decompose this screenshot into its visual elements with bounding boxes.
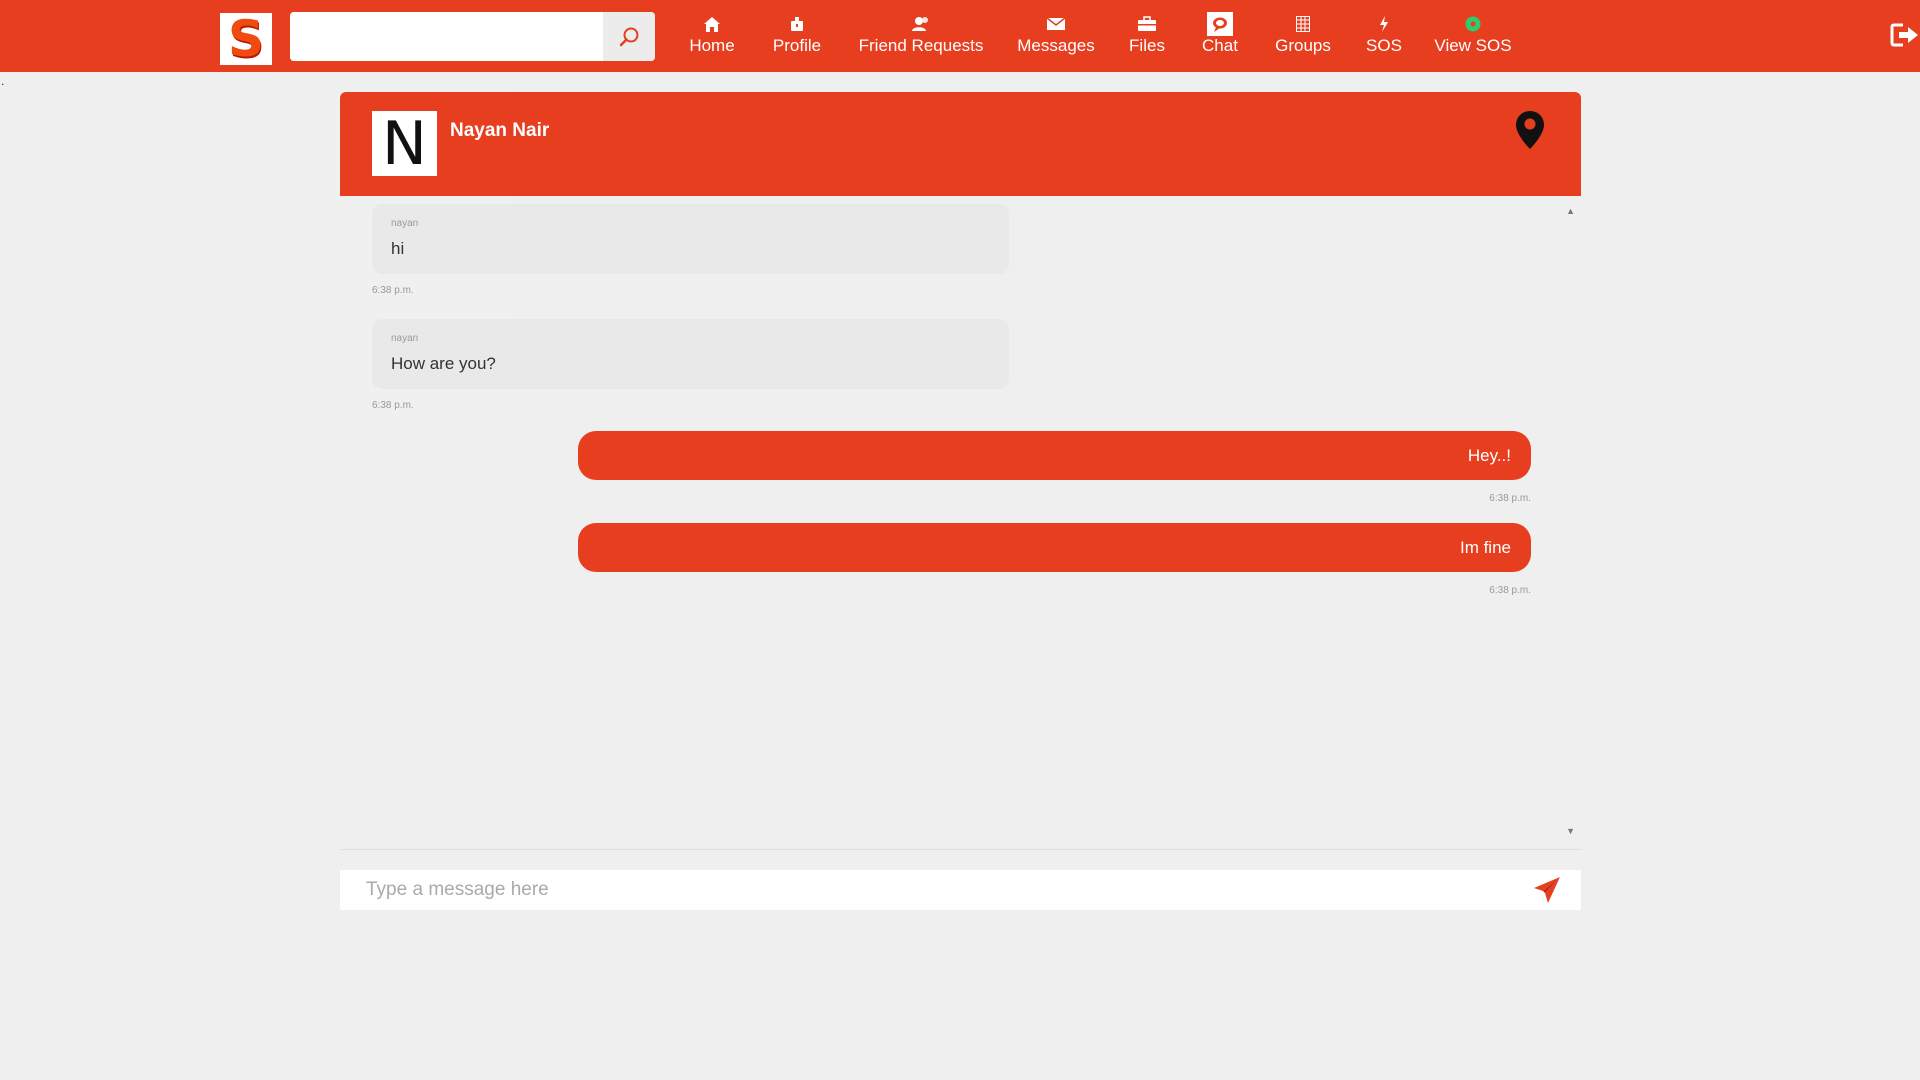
status-dot-icon xyxy=(1465,16,1481,32)
contact-name[interactable]: Nayan Nair xyxy=(450,120,549,142)
location-pin-icon xyxy=(1516,111,1544,149)
scroll-down-arrow-icon[interactable]: ▼ xyxy=(1566,826,1575,836)
message-text: Im fine xyxy=(1459,537,1511,557)
nav-files[interactable]: Files xyxy=(1128,14,1166,60)
logo-letter: S xyxy=(227,10,264,68)
nav-home-label: Home xyxy=(689,36,735,55)
nav-view-sos-label: View SOS xyxy=(1434,36,1512,55)
message-time: 6:38 p.m. xyxy=(372,400,414,411)
logout-icon xyxy=(1890,23,1918,47)
incoming-message: nayan How are you? xyxy=(372,319,1009,389)
grid-icon xyxy=(1296,16,1310,32)
nav-files-label: Files xyxy=(1129,36,1165,55)
message-sender: nayan xyxy=(391,218,419,229)
profile-icon xyxy=(791,17,803,31)
nav-messages[interactable]: Messages xyxy=(1017,14,1095,60)
outgoing-message: Hey..! xyxy=(578,431,1531,480)
incoming-message: nayan hi xyxy=(372,204,1009,274)
message-text: hi xyxy=(391,239,405,258)
nav-profile-label: Profile xyxy=(772,36,822,55)
envelope-icon xyxy=(1046,17,1066,30)
message-list[interactable]: ▲ nayan hi 6:38 p.m. nayan How are you? … xyxy=(340,196,1581,842)
chat-icon xyxy=(1207,12,1233,36)
nav-messages-label: Messages xyxy=(1017,36,1095,55)
nav-groups-label: Groups xyxy=(1275,36,1331,55)
message-time: 6:38 p.m. xyxy=(1489,585,1531,596)
nav-groups[interactable]: Groups xyxy=(1275,14,1331,60)
message-text: Hey..! xyxy=(1467,445,1511,465)
top-navbar: S Home Profile Friend Requests Messages … xyxy=(0,0,1920,72)
bolt-icon xyxy=(1380,16,1388,32)
message-composer xyxy=(340,870,1581,910)
nav-profile[interactable]: Profile xyxy=(771,14,823,60)
search-button[interactable] xyxy=(603,12,655,61)
nav-home[interactable]: Home xyxy=(688,14,736,60)
share-location-button[interactable] xyxy=(1515,110,1545,150)
message-time: 6:38 p.m. xyxy=(1489,493,1531,504)
search-input[interactable] xyxy=(290,12,603,61)
outgoing-message: Im fine xyxy=(578,523,1531,572)
page-marker: . xyxy=(1,74,5,88)
nav-chat-label: Chat xyxy=(1202,36,1238,55)
home-icon xyxy=(704,16,720,32)
search-box xyxy=(290,12,655,61)
friends-icon xyxy=(912,17,928,31)
chat-header: N Nayan Nair xyxy=(340,92,1581,196)
nav-chat[interactable]: Chat xyxy=(1202,12,1238,60)
nav-view-sos[interactable]: View SOS xyxy=(1434,14,1512,60)
send-button[interactable] xyxy=(1533,876,1561,904)
search-icon xyxy=(619,27,639,46)
message-text: How are you? xyxy=(391,354,496,373)
scroll-up-arrow-icon[interactable]: ▲ xyxy=(1566,206,1575,216)
nav-sos[interactable]: SOS xyxy=(1366,14,1402,60)
send-icon xyxy=(1534,877,1560,903)
chat-window: N Nayan Nair ▲ nayan hi 6:38 p.m. nayan … xyxy=(340,92,1581,910)
app-logo[interactable]: S xyxy=(220,13,272,65)
nav-friend-requests[interactable]: Friend Requests xyxy=(858,14,984,60)
message-sender: nayan xyxy=(391,333,419,344)
message-time: 6:38 p.m. xyxy=(372,285,414,296)
composer-divider xyxy=(340,849,1581,850)
nav-friend-requests-label: Friend Requests xyxy=(858,36,984,55)
briefcase-icon xyxy=(1138,16,1156,31)
contact-avatar[interactable]: N xyxy=(372,111,437,176)
nav-sos-label: SOS xyxy=(1366,36,1402,55)
logout-button[interactable] xyxy=(1890,22,1920,48)
message-input[interactable] xyxy=(340,870,1520,910)
